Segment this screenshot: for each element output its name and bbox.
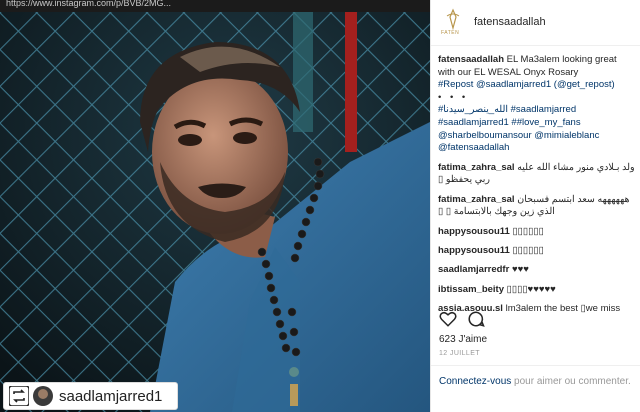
login-link[interactable]: Connectez-vous [439,376,511,387]
list-item: happysousou11 ▯▯▯▯▯▯ [438,245,638,257]
post-caption: fatensaadallah EL Ma3alem looking great … [438,54,636,155]
comment-username[interactable]: happysousou11 [438,245,510,256]
post-date: 12 JUILLET [439,350,480,357]
list-item: saadlamjarredfr ♥♥♥ [438,264,638,276]
post-sidebar: FATEN fatensaadallah fatensaadallah EL M… [430,0,640,412]
divider [431,365,640,366]
repost-username: saadlamjarred1 [59,387,163,405]
post-photo[interactable] [0,12,430,412]
comment-username[interactable]: happysousou11 [438,226,510,237]
mention-mimialeblanc[interactable]: @mimialeblanc [534,130,599,141]
mention-sharbelboumansour[interactable]: @sharbelboumansour [438,130,532,141]
url-text: https://www.instagram.com/p/BVB/2MG... [6,0,172,8]
caption-username[interactable]: fatensaadallah [438,54,504,65]
header-username[interactable]: fatensaadallah [474,16,546,28]
comment-username[interactable]: saadlamjarredfr [438,264,509,275]
like-count[interactable]: 623 J'aime [439,334,487,345]
login-prompt: Connectez-vous pour aimer ou commenter. [439,375,634,388]
comment-list: fatima_zahra_sal ولد بـلادي منور مشاء ال… [438,162,638,323]
comment-username[interactable]: ibtissam_beity [438,284,504,295]
mention-fatensaadallah[interactable]: @fatensaadallah [438,142,509,153]
hashtag-saadlamjarred1[interactable]: #saadlamjarred1 [438,117,509,128]
comment-icon[interactable] [467,310,485,333]
list-item: fatima_zahra_sal ولد بـلادي منور مشاء ال… [438,162,638,187]
comment-text: ♥♥♥ [511,264,529,276]
hashtag-repost[interactable]: #Repost [438,79,473,90]
browser-url-bar[interactable]: https://www.instagram.com/p/BVB/2MG... [0,0,430,12]
heart-icon[interactable] [439,310,457,333]
post-header: FATEN fatensaadallah [431,0,640,46]
mention-get-repost[interactable]: (@get_repost) [554,79,615,90]
hashtag-arabic[interactable]: #الله_ينصر_سيدنا [438,104,508,115]
comment-text: ▯▯▯▯▯▯ [512,245,544,257]
comment-text: lm3alem the best ▯we miss [505,303,621,315]
hashtag-saadlamjarred[interactable]: #saadlamjarred [511,104,576,115]
list-item: happysousou11 ▯▯▯▯▯▯ [438,226,638,238]
post-actions [439,310,499,330]
list-item: ibtissam_beity ▯▯▯▯♥♥♥♥♥ [438,284,638,296]
repost-icon [8,385,30,407]
login-prompt-text: pour aimer ou commenter. [511,376,631,387]
comment-username[interactable]: fatima_zahra_sal [438,194,515,205]
caption-dots: • • • [438,91,469,103]
comment-text: ▯▯▯▯▯▯ [512,225,544,237]
hashtag-love-my-fans[interactable]: ##love_my_fans [511,117,580,128]
logo-text: FATEN [441,30,460,36]
comment-text: ▯▯▯▯♥♥♥♥♥ [506,283,556,295]
comment-username[interactable]: fatima_zahra_sal [438,162,515,173]
avatar [33,386,53,406]
mention-saadlamjarred1[interactable]: @saadlamjarred1 [476,79,551,90]
repost-badge[interactable]: saadlamjarred1 [3,382,178,410]
list-item: fatima_zahra_sal ههههههه سعد ابتسم فسبحا… [438,194,638,219]
